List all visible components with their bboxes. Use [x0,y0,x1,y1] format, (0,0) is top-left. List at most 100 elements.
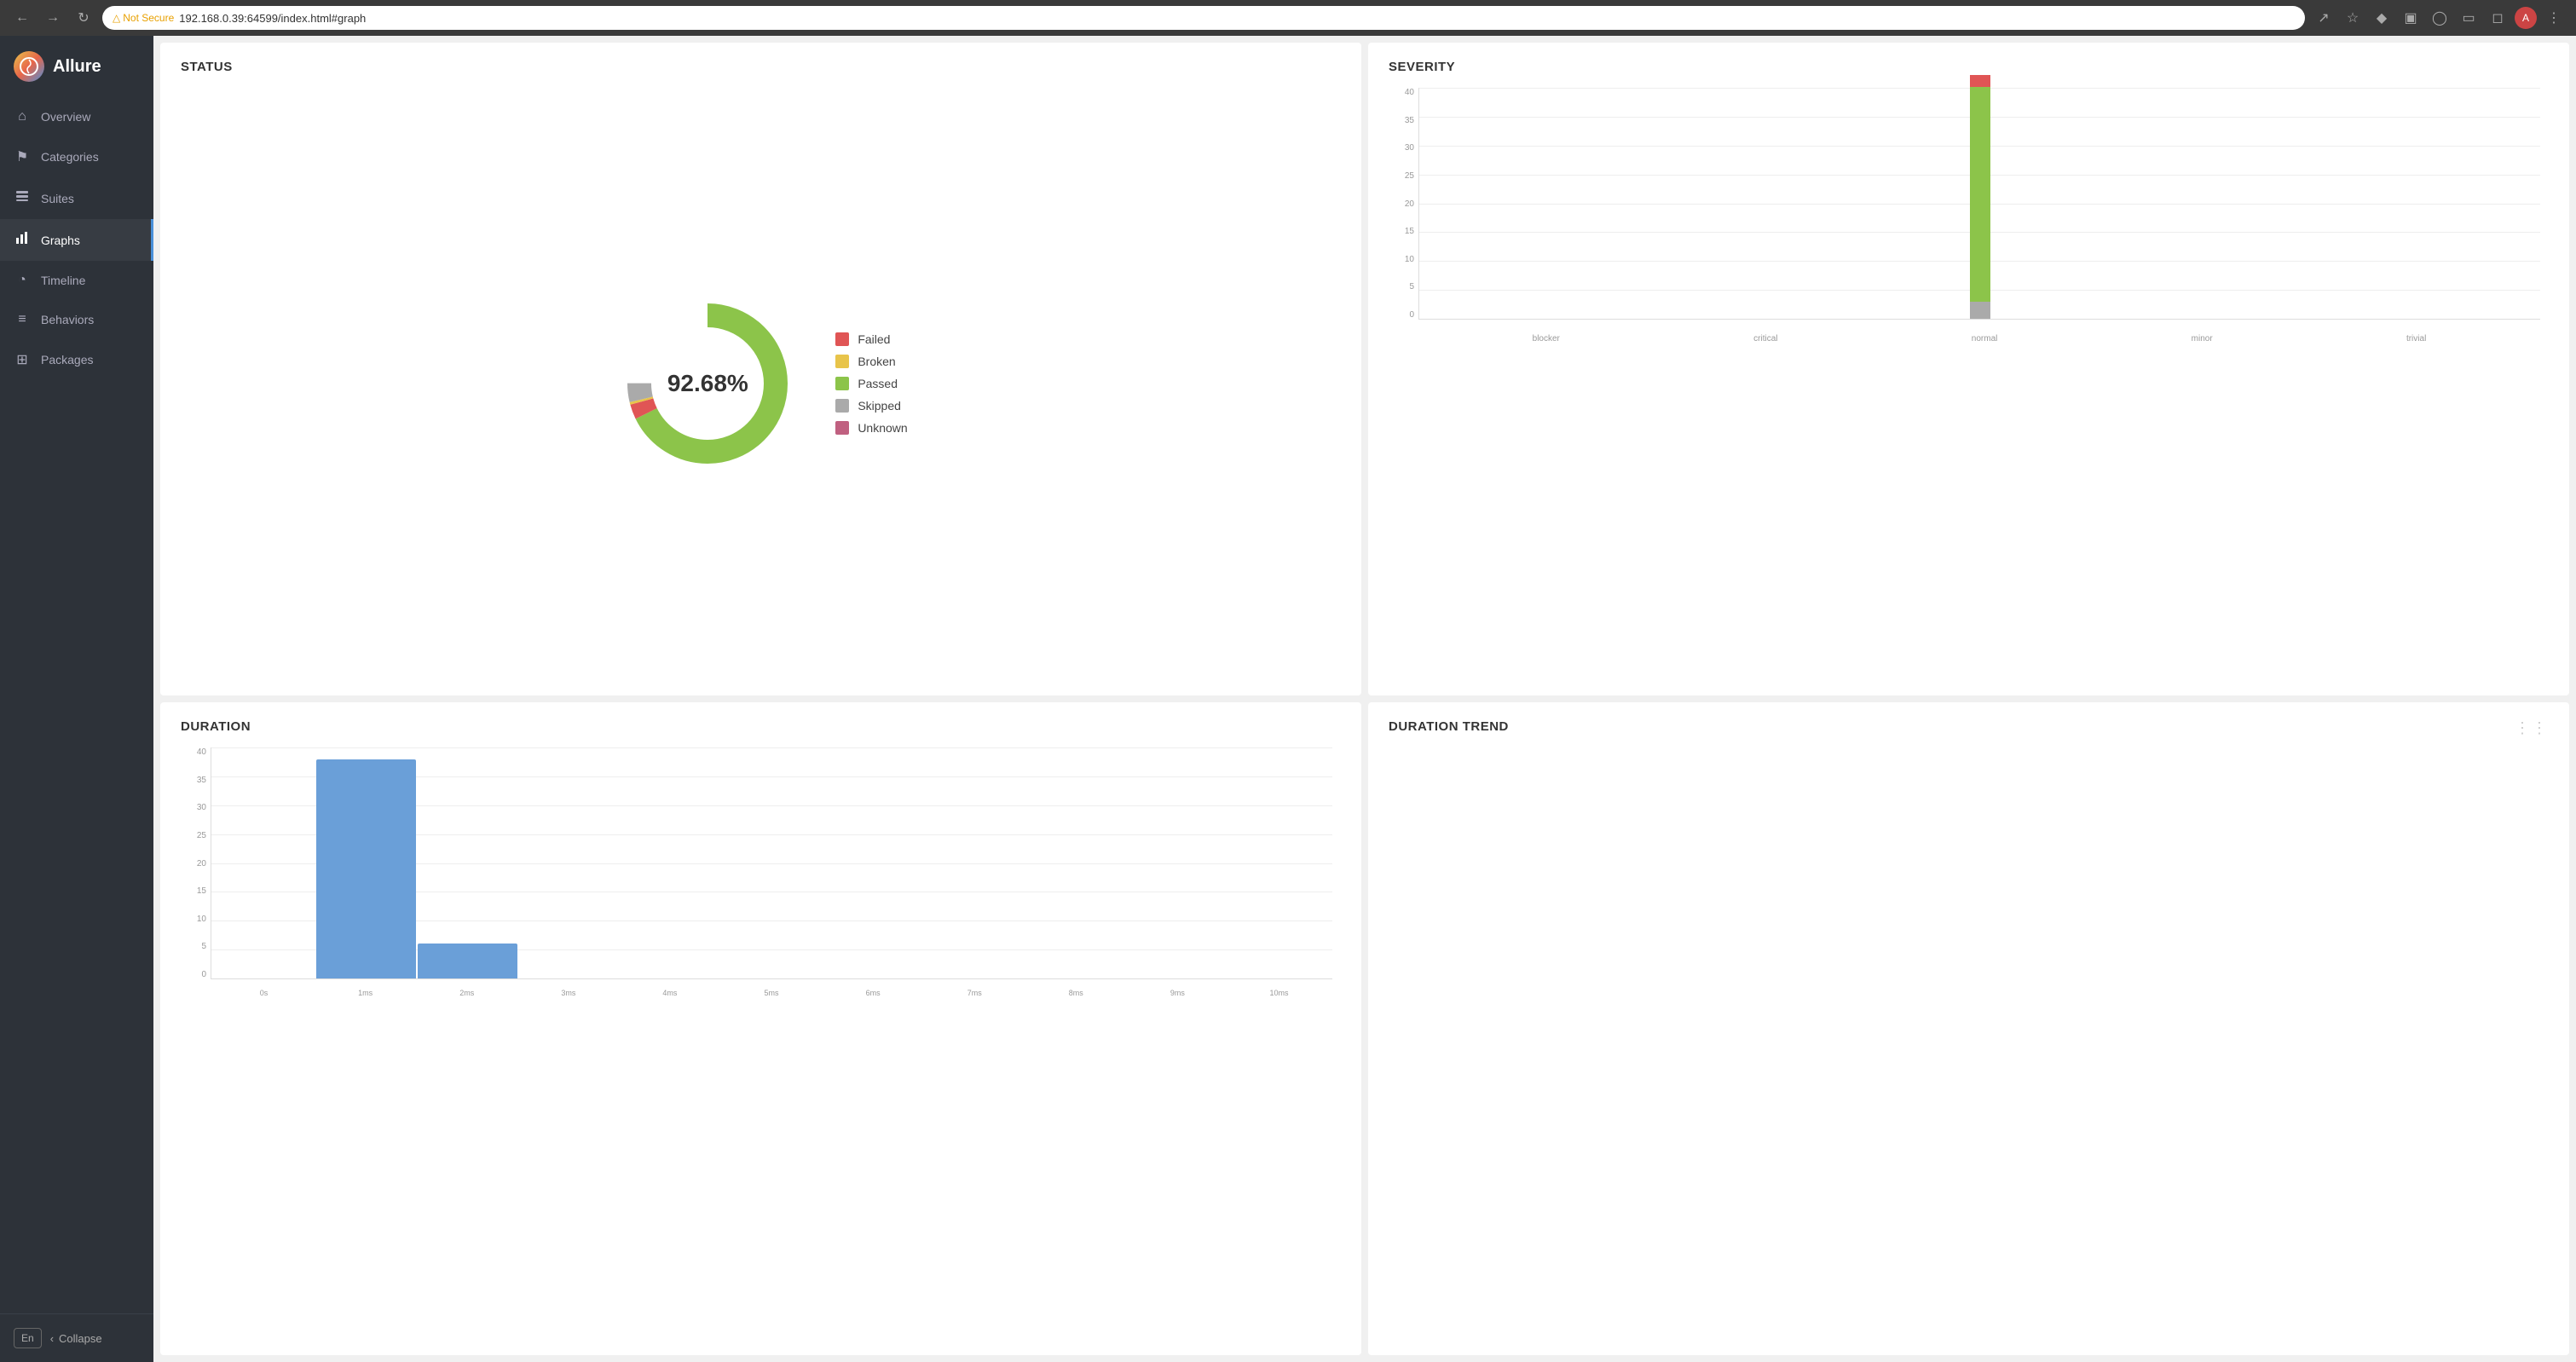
y-label-25: 25 [1389,171,1414,181]
duration-panel: DURATION 0 5 10 15 20 25 30 35 40 [160,702,1361,1355]
collapse-button[interactable]: ‹ Collapse [50,1332,102,1345]
collapse-arrow-icon: ‹ [50,1332,54,1345]
passed-label: Passed [858,377,898,390]
sidebar-item-overview[interactable]: ⌂ Overview [0,97,153,136]
severity-y-axis: 0 5 10 15 20 25 30 35 40 [1389,88,1414,320]
bookmark-button[interactable]: ☆ [2341,6,2365,30]
behaviors-icon: ≡ [14,312,31,327]
legend-failed: Failed [835,332,907,346]
y-label-0: 0 [1389,310,1414,320]
user-avatar[interactable]: A [2515,7,2537,29]
donut-chart: 92.68% [614,290,801,477]
share-button[interactable]: ↗ [2312,6,2336,30]
dur-bar-10ms [1229,747,1329,978]
dur-bar-7ms [925,747,1025,978]
x-2ms: 2ms [417,989,517,997]
dur-bar-2ms [418,747,517,978]
forward-button[interactable]: → [41,6,65,30]
y-label-30: 30 [1389,143,1414,153]
x-9ms: 9ms [1128,989,1227,997]
sidebar-item-timeline[interactable]: ◔ Timeline [0,261,153,300]
dur-bar-6ms [823,747,923,978]
overview-icon: ⌂ [14,109,31,124]
x-0s: 0s [214,989,314,997]
sidebar-item-suites-label: Suites [41,192,74,205]
severity-chart-area [1418,88,2540,320]
failed-label: Failed [858,332,890,346]
extensions-button[interactable]: ◆ [2370,6,2394,30]
severity-content: 0 5 10 15 20 25 30 35 40 [1389,88,2549,678]
x-7ms: 7ms [925,989,1025,997]
sidebar-item-categories[interactable]: ⚑ Categories [0,136,153,177]
skipped-label: Skipped [858,399,901,413]
packages-icon: ⊞ [14,351,31,368]
sidebar-item-behaviors[interactable]: ≡ Behaviors [0,300,153,339]
main-content: STATUS 92.68% [153,36,2576,1362]
severity-x-labels: blocker critical normal minor trivial [1418,334,2540,343]
sidebar-item-packages[interactable]: ⊞ Packages [0,339,153,380]
broken-color [835,355,849,368]
x-10ms: 10ms [1229,989,1329,997]
sidebar: Allure ⌂ Overview ⚑ Categories Suit [0,36,153,1362]
bar-normal [1970,88,1990,319]
sidebar-item-overview-label: Overview [41,110,90,124]
menu-button[interactable]: ⋮ [2542,6,2566,30]
duration-trend-panel: DURATION TREND ⋮⋮ [1368,702,2569,1355]
sidebar-item-behaviors-label: Behaviors [41,313,94,326]
unknown-color [835,421,849,435]
sidebar-item-timeline-label: Timeline [41,274,85,287]
back-button[interactable]: ← [10,6,34,30]
y-label-10: 10 [1389,255,1414,264]
puzzle-button[interactable]: ▣ [2399,6,2423,30]
x-4ms: 4ms [620,989,719,997]
y-label-40: 40 [1389,88,1414,97]
sidebar-item-categories-label: Categories [41,150,99,164]
y-label-5: 5 [1389,282,1414,291]
dur-bar-0s [215,747,315,978]
y-label-15: 15 [1389,227,1414,236]
x-label-normal: normal [1972,334,1998,343]
browser-actions: ↗ ☆ ◆ ▣ ◯ ▭ ◻ A ⋮ [2312,6,2566,30]
drag-handle-icon: ⋮⋮ [2515,719,2549,737]
unknown-label: Unknown [858,421,907,435]
language-button[interactable]: En [14,1328,42,1348]
sidebar-footer: En ‹ Collapse [0,1313,153,1362]
duration-chart-area [211,747,1332,979]
browser-chrome: ← → ↻ △ Not Secure 192.168.0.39:64599/in… [0,0,2576,36]
graphs-icon [14,231,31,249]
not-secure-indicator: △ Not Secure [113,12,174,24]
dur-bar-9ms [1128,747,1227,978]
skipped-color [835,399,849,413]
sidebar-item-graphs-label: Graphs [41,234,80,247]
status-legend: Failed Broken Passed Skipped [835,332,907,435]
sidebar-item-suites[interactable]: Suites [0,177,153,219]
dur-bar-1ms [316,747,416,978]
sidebar-item-graphs[interactable]: Graphs [0,219,153,261]
x-label-critical: critical [1753,334,1777,343]
x-3ms: 3ms [518,989,618,997]
account-button[interactable]: ◯ [2428,6,2452,30]
x-label-blocker: blocker [1533,334,1560,343]
duration-trend-title: DURATION TREND [1389,719,1509,734]
status-title: STATUS [181,60,1341,74]
app-layout: Allure ⌂ Overview ⚑ Categories Suit [0,36,2576,1362]
x-8ms: 8ms [1026,989,1126,997]
y-label-20: 20 [1389,199,1414,209]
y-label-35: 35 [1389,116,1414,125]
cast-button[interactable]: ▭ [2457,6,2481,30]
passed-color [835,377,849,390]
status-content: 92.68% Failed Broken Passed [181,88,1341,678]
duration-title: DURATION [181,719,1341,734]
address-bar[interactable]: △ Not Secure 192.168.0.39:64599/index.ht… [102,6,2305,30]
severity-title: SEVERITY [1389,60,2549,74]
x-5ms: 5ms [721,989,821,997]
tablet-button[interactable]: ◻ [2486,6,2510,30]
dur-bar-8ms [1026,747,1126,978]
x-6ms: 6ms [823,989,923,997]
sidebar-logo: Allure [0,36,153,97]
reload-button[interactable]: ↻ [72,6,95,30]
legend-passed: Passed [835,377,907,390]
duration-content: 0 5 10 15 20 25 30 35 40 [181,747,1341,1338]
duration-x-labels: 0s 1ms 2ms 3ms 4ms 5ms 6ms 7ms 8ms 9ms 1… [211,983,1332,1003]
failed-color [835,332,849,346]
